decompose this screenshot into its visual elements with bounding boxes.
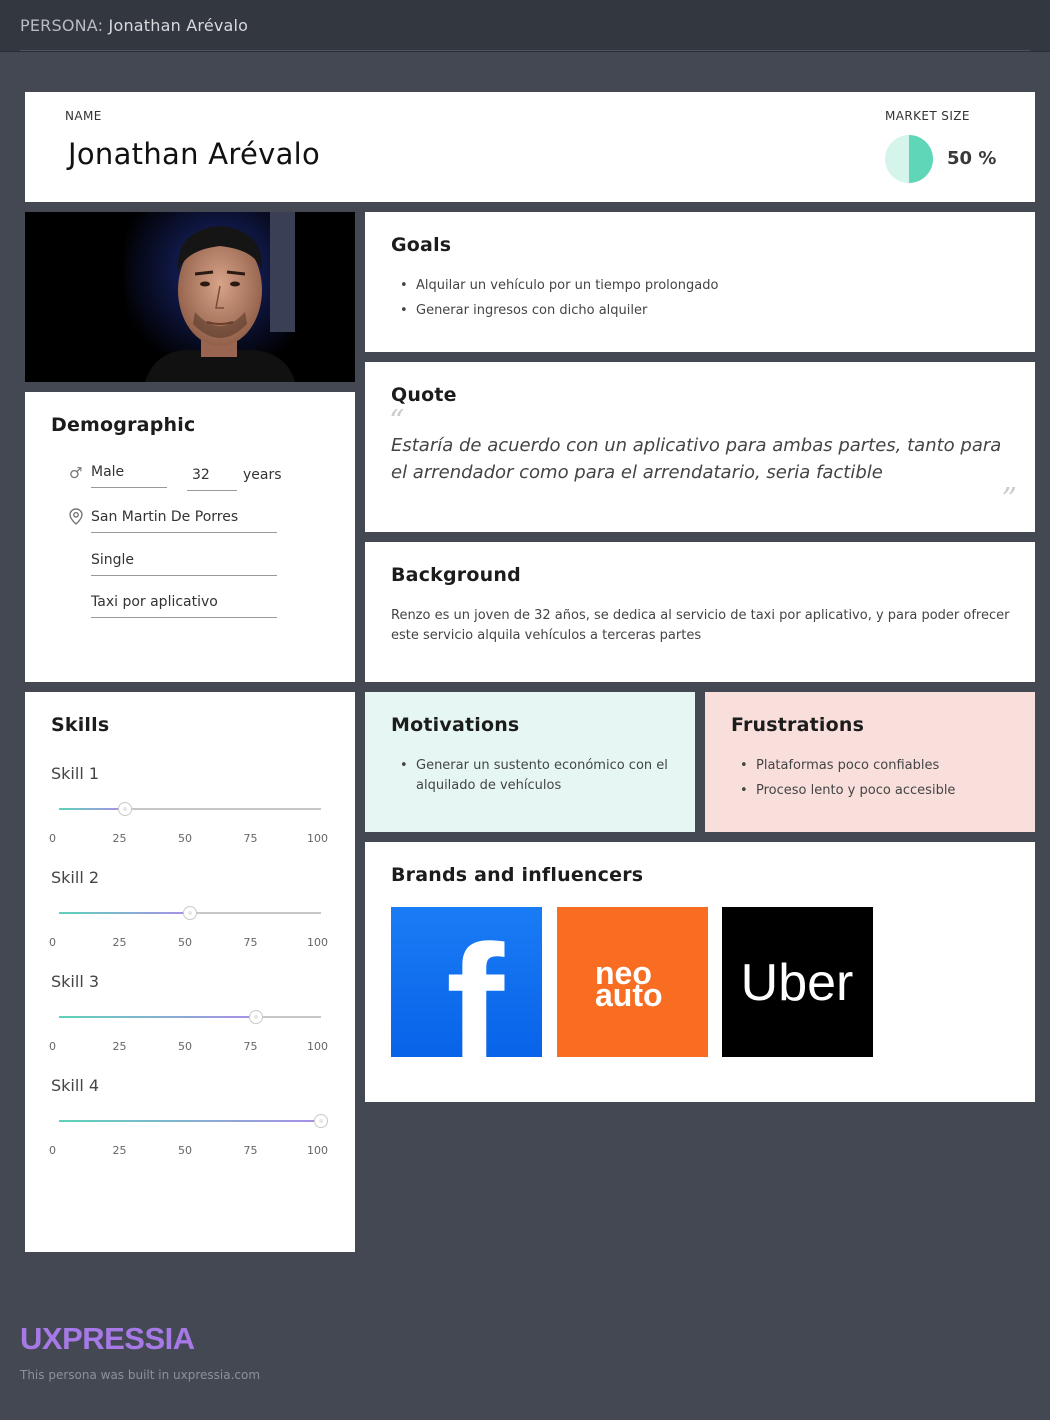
skill-tick-label: 75: [243, 1040, 258, 1053]
background-text[interactable]: Renzo es un joven de 32 años, se dedica …: [391, 606, 1016, 646]
list-item[interactable]: Alquilar un vehículo por un tiempo prolo…: [391, 276, 1011, 296]
divider: [20, 50, 1030, 51]
uxpressia-logo[interactable]: UXPRESSIA: [20, 1321, 195, 1357]
skill-tick-label: 100: [307, 1144, 328, 1157]
skill-slider-fill: [59, 1120, 321, 1122]
skill-label: Skill 4: [51, 1076, 100, 1095]
motivations-list: Generar un sustento económico con el alq…: [391, 756, 671, 801]
skill-slider[interactable]: [59, 802, 321, 816]
skill-tick-label: 25: [112, 936, 127, 949]
skill-tick-label: 25: [112, 832, 127, 845]
skill-tick-label: 75: [243, 936, 258, 949]
occupation-field[interactable]: Taxi por aplicativo: [91, 594, 277, 618]
skill-tick-label: 25: [112, 1144, 127, 1157]
name-label: NAME: [65, 109, 102, 123]
location-field[interactable]: San Martin De Porres: [91, 509, 277, 533]
quote-text[interactable]: Estaría de acuerdo con un aplicativo par…: [391, 432, 1016, 486]
motivations-title: Motivations: [391, 714, 520, 736]
list-item[interactable]: Plataformas poco confiables: [731, 756, 1011, 776]
skill-tick-label: 50: [178, 1144, 192, 1157]
facebook-logo-text: f: [446, 910, 505, 1057]
skill-slider-handle[interactable]: [248, 1010, 263, 1024]
market-size-value: 50 %: [947, 148, 997, 169]
skill-tick-label: 75: [243, 1144, 258, 1157]
skill-tick-label: 75: [243, 832, 258, 845]
close-quote-icon: ”: [1001, 482, 1017, 517]
skill-slider-handle[interactable]: [314, 1114, 328, 1128]
skill-tick-label: 100: [307, 832, 328, 845]
age-unit-label: years: [243, 467, 282, 483]
age-field[interactable]: 32: [187, 467, 237, 491]
skill-slider[interactable]: [59, 906, 321, 920]
market-size-label: MARKET SIZE: [885, 109, 970, 123]
goals-card: Goals Alquilar un vehículo por un tiempo…: [365, 212, 1035, 352]
facebook-logo[interactable]: f: [391, 907, 542, 1057]
skill-slider-handle[interactable]: [183, 906, 197, 920]
list-item[interactable]: Proceso lento y poco accesible: [731, 781, 1011, 801]
uber-logo-text: Uber: [741, 954, 854, 1012]
top-bar: PERSONA: Jonathan Arévalo: [0, 0, 1050, 52]
skill-tick-label: 0: [49, 1144, 56, 1157]
frustrations-list: Plataformas poco confiables Proceso lent…: [731, 756, 1011, 806]
skill-label: Skill 1: [51, 764, 100, 783]
list-item[interactable]: Generar ingresos con dicho alquiler: [391, 301, 1011, 321]
skill-slider-handle[interactable]: [117, 802, 132, 816]
skill-label: Skill 3: [51, 972, 100, 991]
brands-card: Brands and influencers f neo auto Uber: [365, 842, 1035, 1102]
skill-slider-fill: [59, 912, 190, 914]
background-card: Background Renzo es un joven de 32 años,…: [365, 542, 1035, 682]
location-pin-icon: [69, 508, 83, 529]
marital-status-field[interactable]: Single: [91, 552, 277, 576]
skills-title: Skills: [51, 714, 110, 736]
skill-slider-fill: [59, 1016, 256, 1018]
skill-slider[interactable]: [59, 1010, 321, 1024]
quote-card: Quote “ Estaría de acuerdo con un aplica…: [365, 362, 1035, 532]
uber-logo[interactable]: Uber: [722, 907, 873, 1057]
persona-prefix: PERSONA:: [20, 16, 104, 35]
brands-title: Brands and influencers: [391, 864, 644, 886]
skill-tick-label: 50: [178, 832, 192, 845]
persona-title: PERSONA: Jonathan Arévalo: [20, 16, 248, 35]
neoauto-logo[interactable]: neo auto: [557, 907, 708, 1057]
demographic-card: Demographic ♂ Male 32 years San Martin D…: [25, 392, 355, 682]
skill-tick-label: 0: [49, 1040, 56, 1053]
skill-tick-label: 50: [178, 1040, 192, 1053]
skill-tick-label: 100: [307, 1040, 328, 1053]
goals-title: Goals: [391, 234, 452, 256]
skill-label: Skill 2: [51, 868, 100, 887]
persona-photo[interactable]: [25, 212, 355, 382]
skill-tick-label: 100: [307, 936, 328, 949]
market-size-pie: [885, 135, 933, 183]
skills-card: Skills Skill 1 0 25 50 75 100 Skill 2 0 25 50 75 10…: [25, 692, 355, 1252]
skill-slider[interactable]: [59, 1114, 328, 1128]
skill-slider-fill: [59, 808, 125, 810]
list-item[interactable]: Generar un sustento económico con el alq…: [391, 756, 671, 796]
frustrations-card: Frustrations Plataformas poco confiables…: [705, 692, 1035, 832]
goals-list: Alquilar un vehículo por un tiempo prolo…: [391, 276, 1011, 326]
background-title: Background: [391, 564, 521, 586]
neoauto-logo-line2: auto: [595, 977, 663, 1013]
persona-name[interactable]: Jonathan Arévalo: [68, 137, 320, 171]
persona-title-name: Jonathan Arévalo: [108, 16, 249, 35]
motivations-card: Motivations Generar un sustento económic…: [365, 692, 695, 832]
demographic-title: Demographic: [51, 414, 196, 436]
name-card: NAME Jonathan Arévalo MARKET SIZE 50 %: [25, 92, 1035, 202]
quote-title: Quote: [391, 384, 457, 406]
frustrations-title: Frustrations: [731, 714, 865, 736]
skill-tick-label: 25: [112, 1040, 127, 1053]
persona-photo-image: [25, 212, 355, 382]
male-icon: ♂: [69, 464, 83, 482]
skill-tick-label: 50: [178, 936, 192, 949]
skill-tick-label: 0: [49, 936, 56, 949]
skill-tick-label: 0: [49, 832, 56, 845]
gender-field[interactable]: Male: [91, 464, 167, 488]
footer-note[interactable]: This persona was built in uxpressia.com: [20, 1368, 260, 1382]
